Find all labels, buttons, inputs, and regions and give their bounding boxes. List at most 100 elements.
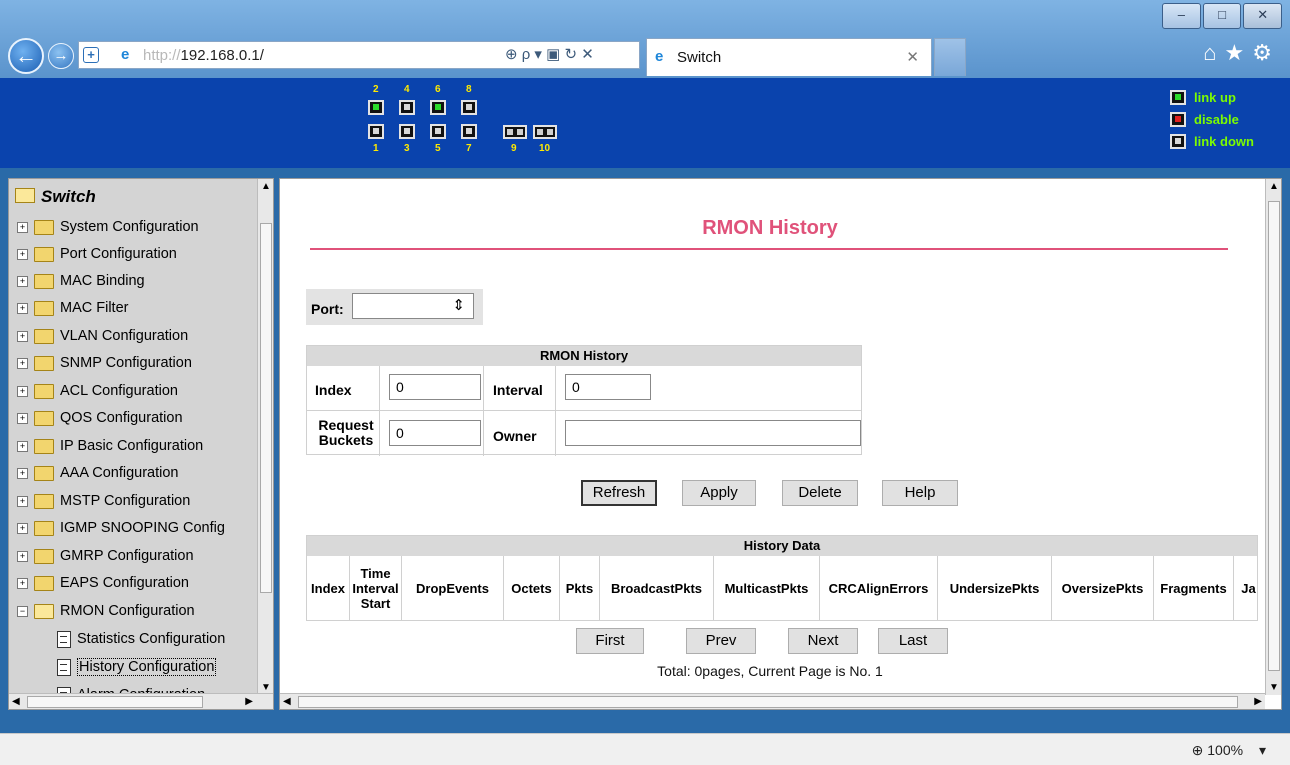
tree-item-label: MAC Binding <box>60 273 145 289</box>
tab-switch[interactable]: e Switch ✕ <box>646 38 932 76</box>
first-page-button[interactable]: First <box>576 628 644 654</box>
forward-icon[interactable]: → <box>48 43 74 69</box>
scroll-left-icon[interactable]: ◀ <box>12 696 20 707</box>
tree-item-snmp-configuration[interactable]: + SNMP Configuration <box>17 351 192 375</box>
scroll-up-icon[interactable]: ▲ <box>261 181 271 192</box>
expand-icon[interactable]: + <box>17 275 28 287</box>
legend-label: link up <box>1194 90 1236 105</box>
tree-item-eaps-configuration[interactable]: + EAPS Configuration <box>17 571 189 595</box>
port-number: 1 <box>373 143 379 154</box>
scroll-thumb[interactable] <box>1268 201 1280 671</box>
zoom-control[interactable]: ⊕ 100% ▾ <box>1192 742 1266 759</box>
port-select[interactable]: ⇕ <box>352 293 474 319</box>
add-favorite-icon[interactable]: + <box>83 47 99 63</box>
scroll-thumb[interactable] <box>27 696 203 708</box>
tree-item-mac-binding[interactable]: + MAC Binding <box>17 269 145 293</box>
url-text[interactable]: http://192.168.0.1/ <box>143 47 264 64</box>
sfp-port-9-icon[interactable] <box>503 125 527 139</box>
expand-icon[interactable]: + <box>17 440 28 452</box>
tree-item-ip-basic-configuration[interactable]: + IP Basic Configuration <box>17 434 203 458</box>
column-header: CRCAlignErrors <box>819 556 937 620</box>
apply-button[interactable]: Apply <box>682 480 756 506</box>
address-tools-icon[interactable]: ⊕ ρ ▾ ▣ ↻ ✕ <box>505 45 594 63</box>
tree-child-history-configuration[interactable]: History Configuration <box>57 655 217 679</box>
column-header: BroadcastPkts <box>599 556 713 620</box>
scroll-up-icon[interactable]: ▲ <box>1269 181 1279 192</box>
port-label: Port: <box>311 301 344 317</box>
expand-icon[interactable]: + <box>17 522 28 534</box>
expand-icon[interactable]: + <box>17 221 28 233</box>
scroll-thumb[interactable] <box>298 696 1238 708</box>
request-buckets-input[interactable]: 0 <box>389 420 481 446</box>
port-number: 8 <box>466 84 472 95</box>
expand-icon[interactable]: + <box>17 385 28 397</box>
tree-item-qos-configuration[interactable]: + QOS Configuration <box>17 406 183 430</box>
folder-icon <box>34 383 54 399</box>
delete-button[interactable]: Delete <box>782 480 858 506</box>
interval-label: Interval <box>493 382 543 398</box>
index-input[interactable]: 0 <box>389 374 481 400</box>
scroll-right-icon[interactable]: ▶ <box>1254 696 1262 707</box>
tree-item-mac-filter[interactable]: + MAC Filter <box>17 296 128 320</box>
maximize-button[interactable]: □ <box>1202 3 1242 29</box>
scroll-thumb[interactable] <box>260 223 272 593</box>
tree-vertical-scrollbar[interactable]: ▲ ▼ <box>257 179 273 695</box>
tree-item-igmp-snooping[interactable]: + IGMP SNOOPING Config <box>17 516 225 540</box>
sfp-port-10-icon[interactable] <box>533 125 557 139</box>
owner-input[interactable] <box>565 420 861 446</box>
expand-icon[interactable]: + <box>17 302 28 314</box>
tree-item-port-configuration[interactable]: + Port Configuration <box>17 242 177 266</box>
tree-item-label: IP Basic Configuration <box>60 438 204 454</box>
close-window-button[interactable]: ✕ <box>1243 3 1283 29</box>
port-4-icon[interactable] <box>399 100 415 115</box>
port-7-icon[interactable] <box>461 124 477 139</box>
tree-horizontal-scrollbar[interactable]: ◀ ▶ <box>9 693 273 709</box>
expand-icon[interactable]: + <box>17 495 28 507</box>
scroll-down-icon[interactable]: ▼ <box>261 682 271 693</box>
expand-icon[interactable]: + <box>17 412 28 424</box>
expand-icon[interactable]: + <box>17 467 28 479</box>
scroll-down-icon[interactable]: ▼ <box>1269 682 1279 693</box>
prev-page-button[interactable]: Prev <box>686 628 756 654</box>
tree-item-rmon-configuration[interactable]: − RMON Configuration <box>17 599 195 623</box>
folder-icon <box>34 246 54 262</box>
main-vertical-scrollbar[interactable]: ▲ ▼ <box>1265 179 1281 695</box>
home-favorites-settings-icon[interactable]: ⌂★⚙ <box>1203 40 1280 66</box>
expand-icon[interactable]: + <box>17 330 28 342</box>
last-page-button[interactable]: Last <box>878 628 948 654</box>
next-page-button[interactable]: Next <box>788 628 858 654</box>
refresh-button[interactable]: Refresh <box>581 480 657 506</box>
folder-icon <box>34 328 54 344</box>
close-tab-icon[interactable]: ✕ <box>906 48 919 66</box>
expand-icon[interactable]: + <box>17 357 28 369</box>
scroll-right-icon[interactable]: ▶ <box>245 696 253 707</box>
tree-item-vlan-configuration[interactable]: + VLAN Configuration <box>17 324 188 348</box>
main-horizontal-scrollbar[interactable]: ◀ ▶ <box>280 693 1265 709</box>
port-2-icon[interactable] <box>368 100 384 115</box>
minimize-button[interactable]: – <box>1162 3 1201 29</box>
tree-item-aaa-configuration[interactable]: + AAA Configuration <box>17 461 179 485</box>
port-3-icon[interactable] <box>399 124 415 139</box>
tree-root[interactable]: Switch <box>15 187 96 207</box>
scroll-left-icon[interactable]: ◀ <box>283 696 291 707</box>
back-icon[interactable]: ← <box>8 38 44 74</box>
interval-input[interactable]: 0 <box>565 374 651 400</box>
help-button[interactable]: Help <box>882 480 958 506</box>
port-6-icon[interactable] <box>430 100 446 115</box>
port-5-icon[interactable] <box>430 124 446 139</box>
expand-icon[interactable]: + <box>17 577 28 589</box>
collapse-icon[interactable]: − <box>17 605 28 617</box>
tree-item-system-configuration[interactable]: + System Configuration <box>17 215 199 239</box>
chevron-down-icon[interactable]: ▾ <box>1259 742 1266 758</box>
port-legend: link up disable link down <box>1170 90 1285 160</box>
tree-item-acl-configuration[interactable]: + ACL Configuration <box>17 379 178 403</box>
port-1-icon[interactable] <box>368 124 384 139</box>
tree-item-gmrp-configuration[interactable]: + GMRP Configuration <box>17 544 194 568</box>
tree-child-statistics-configuration[interactable]: Statistics Configuration <box>57 627 225 651</box>
expand-icon[interactable]: + <box>17 248 28 260</box>
tree-item-mstp-configuration[interactable]: + MSTP Configuration <box>17 489 190 513</box>
new-tab-button[interactable] <box>934 38 966 76</box>
port-8-icon[interactable] <box>461 100 477 115</box>
address-bar[interactable]: + e http://192.168.0.1/ ⊕ ρ ▾ ▣ ↻ ✕ <box>78 41 640 69</box>
expand-icon[interactable]: + <box>17 550 28 562</box>
